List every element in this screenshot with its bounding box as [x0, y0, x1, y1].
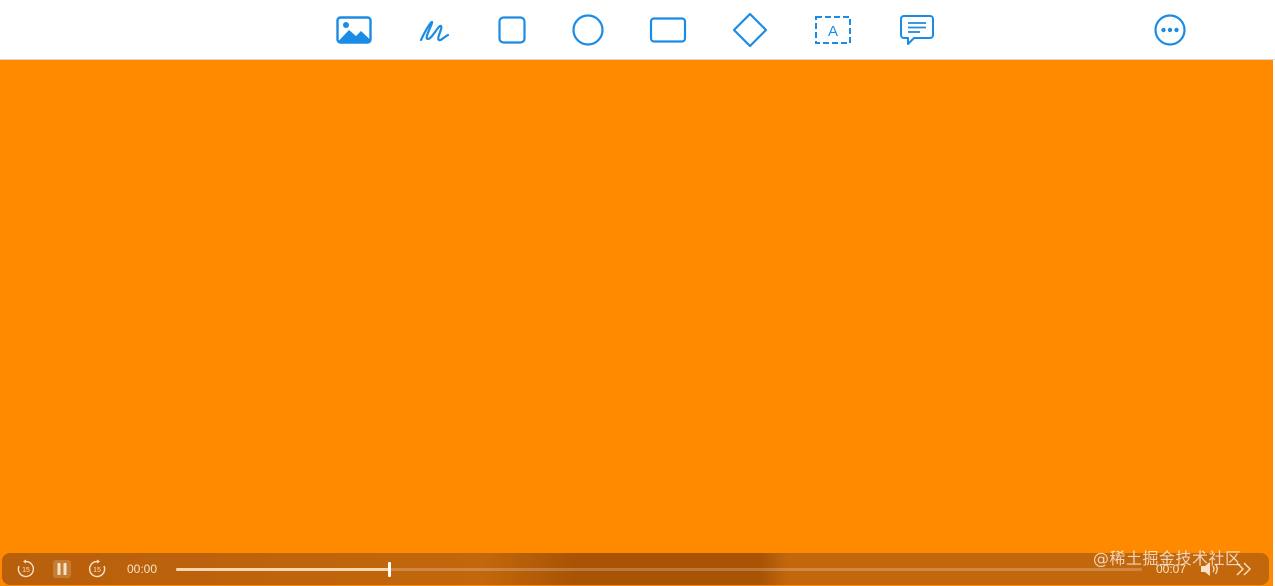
- skip-back-label: 15: [22, 567, 30, 574]
- watermark: @稀土掘金技术社区: [1093, 549, 1242, 568]
- media-tool-button[interactable]: [335, 12, 373, 48]
- diamond-icon: [732, 12, 768, 48]
- rectangle-tool-button[interactable]: [649, 12, 687, 48]
- skip-back-button[interactable]: 15: [15, 558, 37, 580]
- text-box-glyph: A: [828, 23, 838, 40]
- progress-fill: [176, 568, 389, 571]
- ellipsis-circle-icon: [1154, 14, 1186, 46]
- progress-thumb[interactable]: [387, 562, 391, 577]
- pause-button[interactable]: [51, 558, 73, 580]
- rounded-square-icon: [498, 16, 526, 44]
- canvas-area[interactable]: [0, 60, 1273, 586]
- circle-icon: [572, 14, 604, 46]
- skip-forward-button[interactable]: 15: [86, 558, 108, 580]
- current-time: 00:00: [127, 562, 158, 576]
- diamond-tool-button[interactable]: [731, 12, 769, 48]
- toolbar: A: [0, 0, 1275, 60]
- skip-forward-label: 15: [93, 567, 101, 574]
- image-icon: [336, 16, 372, 44]
- speech-bubble-icon: [900, 15, 934, 45]
- skip-back-15-icon: 15: [17, 559, 35, 578]
- comment-tool-button[interactable]: [898, 12, 936, 48]
- rounded-square-tool-button[interactable]: [493, 12, 531, 48]
- text-box-tool-button[interactable]: A: [814, 12, 852, 48]
- text-box-icon: A: [815, 16, 851, 44]
- more-options-button[interactable]: [1151, 12, 1189, 48]
- pen-scribble-icon: [419, 20, 450, 42]
- progress-track[interactable]: [176, 562, 1142, 577]
- circle-tool-button[interactable]: [569, 12, 607, 48]
- skip-forward-15-icon: 15: [88, 559, 106, 578]
- rectangle-icon: [649, 17, 687, 43]
- draw-tool-button[interactable]: [415, 12, 453, 48]
- pause-icon: [53, 560, 71, 578]
- media-player-bar: 15 15 00:00 00:07: [2, 553, 1269, 585]
- app-window: A 15 15 00:00 00:07 @稀土掘金技术社区: [0, 0, 1275, 586]
